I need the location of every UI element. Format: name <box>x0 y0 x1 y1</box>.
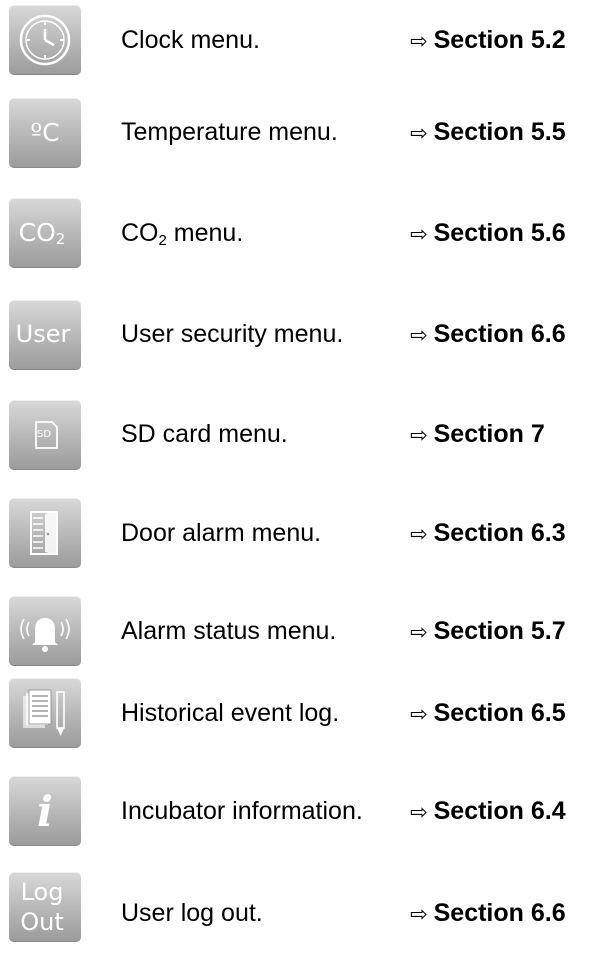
sd-card-icon-text: SD <box>36 429 52 440</box>
menu-row-incubator-information: i Incubator information. ⇨ Section 6.4 <box>0 774 603 854</box>
menu-row-clock: Clock menu. ⇨ Section 5.2 <box>0 5 603 85</box>
menu-row-door-alarm: Door alarm menu. ⇨ Section 6.3 <box>0 496 603 576</box>
user-icon: User <box>9 300 81 370</box>
section-number: Section 5.7 <box>433 617 566 645</box>
menu-row-temperature: ºC Temperature menu. ⇨ Section 5.5 <box>0 95 603 175</box>
logout-icon-text-top: Log <box>20 878 64 906</box>
temperature-icon-text: ºC <box>30 118 60 147</box>
arrow-right-icon: ⇨ <box>410 800 428 824</box>
section-reference: ⇨ Section 5.5 <box>410 117 566 148</box>
arrow-right-icon: ⇨ <box>410 620 428 644</box>
event-log-icon <box>9 678 81 748</box>
section-number: Section 5.2 <box>433 26 566 54</box>
co2-icon-text: CO2 <box>18 218 66 248</box>
menu-row-sd-card: SD SD card menu. ⇨ Section 7 <box>0 398 603 478</box>
logout-icon-text-bottom: Out <box>20 908 64 936</box>
row-label: Clock menu. <box>121 26 260 54</box>
menu-row-event-log: Historical event log. ⇨ Section 6.5 <box>0 676 603 756</box>
section-number: Section 5.5 <box>433 118 566 146</box>
section-reference: ⇨ Section 5.2 <box>410 25 566 56</box>
menu-row-user-security: User User security menu. ⇨ Section 6.6 <box>0 298 603 378</box>
user-icon-text: User <box>15 320 71 348</box>
clock-icon <box>9 5 81 75</box>
arrow-right-icon: ⇨ <box>410 121 428 145</box>
info-icon-text: i <box>37 787 53 836</box>
section-reference: ⇨ Section 5.7 <box>410 616 566 647</box>
info-icon: i <box>9 776 81 846</box>
row-label: Historical event log. <box>121 699 340 727</box>
menu-row-alarm-status: Alarm status menu. ⇨ Section 5.7 <box>0 594 603 674</box>
section-number: Section 6.6 <box>433 320 566 348</box>
sd-card-icon: SD <box>9 400 81 470</box>
temperature-icon: ºC <box>9 98 81 168</box>
arrow-right-icon: ⇨ <box>410 902 428 926</box>
section-reference: ⇨ Section 6.4 <box>410 796 566 827</box>
section-reference: ⇨ Section 5.6 <box>410 218 566 249</box>
section-reference: ⇨ Section 6.3 <box>410 518 566 549</box>
section-number: Section 6.4 <box>433 797 566 825</box>
co2-icon: CO2 <box>9 198 81 268</box>
section-number: Section 7 <box>433 420 545 448</box>
arrow-right-icon: ⇨ <box>410 522 428 546</box>
section-number: Section 6.5 <box>433 699 566 727</box>
menu-row-user-log-out: Log Out User log out. ⇨ Section 6.6 <box>0 870 603 950</box>
row-label: User log out. <box>121 899 263 927</box>
arrow-right-icon: ⇨ <box>410 323 428 347</box>
row-label: CO2 menu. <box>121 219 244 249</box>
row-label: Door alarm menu. <box>121 519 322 547</box>
door-icon <box>9 498 81 568</box>
row-label: Temperature menu. <box>121 118 338 146</box>
arrow-right-icon: ⇨ <box>410 29 428 53</box>
section-number: Section 6.6 <box>433 899 566 927</box>
arrow-right-icon: ⇨ <box>410 222 428 246</box>
alarm-bell-icon <box>9 596 81 666</box>
arrow-right-icon: ⇨ <box>410 423 428 447</box>
menu-row-co2: CO2 CO2 menu. ⇨ Section 5.6 <box>0 198 603 278</box>
section-reference: ⇨ Section 6.5 <box>410 698 566 729</box>
section-reference: ⇨ Section 6.6 <box>410 319 566 350</box>
section-reference: ⇨ Section 7 <box>410 419 545 450</box>
row-label: Alarm status menu. <box>121 617 337 645</box>
arrow-right-icon: ⇨ <box>410 702 428 726</box>
row-label: Incubator information. <box>121 797 363 825</box>
row-label: User security menu. <box>121 320 344 348</box>
section-number: Section 5.6 <box>433 219 566 247</box>
row-label: SD card menu. <box>121 420 288 448</box>
logout-icon: Log Out <box>9 872 81 942</box>
section-number: Section 6.3 <box>433 519 566 547</box>
section-reference: ⇨ Section 6.6 <box>410 898 566 929</box>
